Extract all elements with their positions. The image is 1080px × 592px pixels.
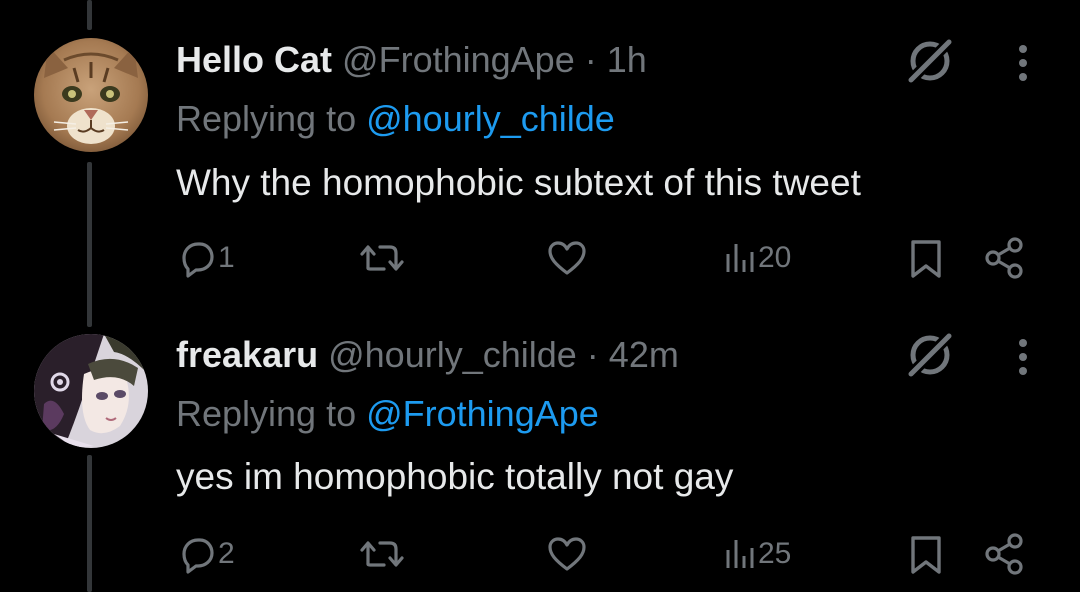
- cat-avatar-image: [34, 38, 148, 152]
- reply-button[interactable]: 1: [176, 238, 235, 278]
- more-icon[interactable]: [1008, 334, 1038, 384]
- separator-dot: ·: [576, 334, 609, 375]
- display-name[interactable]: Hello Cat: [176, 39, 332, 80]
- views-button[interactable]: 20: [722, 240, 791, 276]
- tweet-1[interactable]: Hello Cat @FrothingApe · 1h Replying to …: [0, 0, 1080, 300]
- avatar-hello-cat[interactable]: [34, 38, 148, 152]
- like-icon: [548, 241, 586, 275]
- tweet-header: Hello Cat @FrothingApe · 1h: [176, 42, 647, 78]
- mention-link[interactable]: @FrothingApe: [366, 393, 599, 434]
- tweet-text: yes im homophobic totally not gay: [176, 456, 734, 497]
- tweet-2[interactable]: freakaru @hourly_childe · 42m Replying t…: [0, 294, 1080, 592]
- retweet-icon: [360, 245, 404, 271]
- like-icon: [548, 537, 586, 571]
- avatar-freakaru[interactable]: [34, 334, 148, 448]
- separator-dot: ·: [574, 39, 607, 80]
- views-icon: [726, 244, 754, 272]
- replying-to: Replying to @hourly_childe: [176, 101, 615, 137]
- replying-to: Replying to @FrothingApe: [176, 396, 599, 432]
- reply-icon: [182, 538, 214, 574]
- views-count: 25: [758, 537, 792, 570]
- timestamp[interactable]: 1h: [607, 39, 647, 80]
- reply-icon: [182, 242, 214, 278]
- views-count: 20: [758, 241, 792, 274]
- timestamp[interactable]: 42m: [609, 334, 679, 375]
- views-icon: [726, 540, 754, 568]
- like-button[interactable]: [545, 238, 589, 278]
- share-button[interactable]: [983, 236, 1027, 280]
- share-button[interactable]: [983, 532, 1027, 576]
- retweet-icon: [360, 541, 404, 567]
- share-icon: [985, 533, 1023, 575]
- reply-count: 1: [218, 241, 235, 274]
- user-handle[interactable]: @FrothingApe: [342, 39, 575, 80]
- grok-icon[interactable]: [903, 34, 957, 88]
- retweet-button[interactable]: [358, 238, 406, 278]
- tweet-header: freakaru @hourly_childe · 42m: [176, 337, 679, 373]
- display-name[interactable]: freakaru: [176, 334, 318, 375]
- action-bar: 1 20: [0, 234, 1080, 284]
- action-bar: 2 25: [0, 530, 1080, 580]
- reply-count: 2: [218, 537, 235, 570]
- bookmark-button[interactable]: [908, 238, 944, 280]
- user-handle[interactable]: @hourly_childe: [328, 334, 577, 375]
- share-icon: [985, 237, 1023, 279]
- bookmark-icon: [911, 536, 941, 574]
- replying-prefix: Replying to: [176, 393, 367, 434]
- bookmark-icon: [911, 240, 941, 278]
- anime-avatar-image: [34, 334, 148, 448]
- tweet-text: Why the homophobic subtext of this tweet: [176, 162, 861, 203]
- retweet-button[interactable]: [358, 534, 406, 574]
- reply-button[interactable]: 2: [176, 534, 235, 574]
- mention-link[interactable]: @hourly_childe: [366, 98, 615, 139]
- like-button[interactable]: [545, 534, 589, 574]
- more-icon[interactable]: [1008, 40, 1038, 90]
- grok-icon[interactable]: [903, 328, 957, 382]
- replying-prefix: Replying to: [176, 98, 367, 139]
- bookmark-button[interactable]: [908, 534, 944, 576]
- views-button[interactable]: 25: [722, 536, 791, 572]
